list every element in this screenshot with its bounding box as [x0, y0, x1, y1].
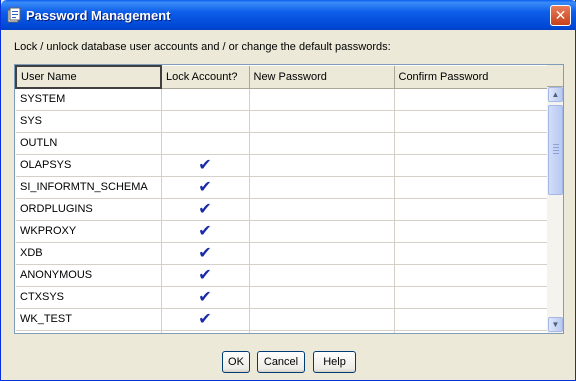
confirm-password-field[interactable]: [394, 330, 549, 333]
confirm-password-field[interactable]: [394, 154, 549, 177]
table-row[interactable]: SYSTEM: [16, 88, 549, 111]
table-row[interactable]: SI_INFORMTN_SCHEMA ✔: [16, 176, 549, 199]
user-name-cell[interactable]: CTXSYS: [16, 286, 162, 309]
ok-button[interactable]: OK: [222, 351, 250, 373]
new-password-field[interactable]: [249, 132, 395, 155]
confirm-password-field[interactable]: [394, 308, 549, 331]
new-password-field[interactable]: [249, 242, 395, 265]
confirm-password-field[interactable]: [394, 198, 549, 221]
table-row[interactable]: [16, 330, 549, 333]
vertical-scrollbar[interactable]: ▲ ▼: [547, 65, 563, 333]
confirm-password-field[interactable]: [394, 264, 549, 287]
new-password-field[interactable]: [249, 88, 395, 111]
scroll-up-icon[interactable]: ▲: [548, 87, 563, 102]
cancel-button[interactable]: Cancel: [257, 351, 305, 373]
new-password-field[interactable]: [249, 154, 395, 177]
column-header-new-password[interactable]: New Password: [249, 66, 395, 89]
table-row[interactable]: CTXSYS ✔: [16, 286, 549, 309]
user-name-cell[interactable]: OLAPSYS: [16, 154, 162, 177]
instruction-text: Lock / unlock database user accounts and…: [14, 41, 391, 53]
confirm-password-field[interactable]: [394, 88, 549, 111]
window-title: Password Management: [26, 8, 171, 23]
table-row[interactable]: WKPROXY ✔: [16, 220, 549, 243]
lock-account-checkbox[interactable]: ✔: [161, 198, 250, 221]
user-name-cell[interactable]: SYSTEM: [16, 88, 162, 111]
new-password-field[interactable]: [249, 308, 395, 331]
lock-account-checkbox[interactable]: ✔: [161, 154, 250, 177]
lock-account-checkbox[interactable]: ✔: [161, 286, 250, 309]
user-name-cell[interactable]: WK_TEST: [16, 308, 162, 331]
new-password-field[interactable]: [249, 264, 395, 287]
grip-line: [553, 144, 559, 145]
scrollbar-thumb[interactable]: [548, 105, 563, 195]
confirm-password-field[interactable]: [394, 176, 549, 199]
user-name-cell[interactable]: WKPROXY: [16, 220, 162, 243]
confirm-password-field[interactable]: [394, 220, 549, 243]
confirm-password-field[interactable]: [394, 110, 549, 133]
app-icon: [7, 7, 21, 23]
user-name-cell[interactable]: ANONYMOUS: [16, 264, 162, 287]
user-name-cell[interactable]: OUTLN: [16, 132, 162, 155]
table-row[interactable]: XDB ✔: [16, 242, 549, 265]
scrollbar-header-corner: [547, 65, 563, 87]
lock-account-checkbox[interactable]: ✔: [161, 176, 250, 199]
table-row[interactable]: WK_TEST ✔: [16, 308, 549, 331]
title-bar[interactable]: Password Management ✕: [1, 0, 576, 30]
grip-line: [553, 147, 559, 148]
column-header-user-name[interactable]: User Name: [15, 65, 162, 89]
user-name-cell[interactable]: SYS: [16, 110, 162, 133]
lock-account-checkbox[interactable]: ✔: [161, 308, 250, 331]
user-name-cell[interactable]: ORDPLUGINS: [16, 198, 162, 221]
lock-account-checkbox[interactable]: ✔: [161, 242, 250, 265]
accounts-table: User Name Lock Account? New Password Con…: [14, 64, 564, 334]
confirm-password-field[interactable]: [394, 242, 549, 265]
new-password-field[interactable]: [249, 220, 395, 243]
scroll-down-icon[interactable]: ▼: [548, 317, 563, 332]
table-header-row: User Name Lock Account? New Password Con…: [15, 65, 549, 89]
password-management-dialog: Password Management ✕ Lock / unlock data…: [0, 0, 576, 381]
new-password-field[interactable]: [249, 176, 395, 199]
table-row[interactable]: OUTLN: [16, 132, 549, 155]
lock-account-checkbox[interactable]: ✔: [161, 220, 250, 243]
grip-line: [553, 153, 559, 154]
new-password-field[interactable]: [249, 286, 395, 309]
close-icon[interactable]: ✕: [550, 5, 571, 26]
column-header-confirm-password[interactable]: Confirm Password: [394, 66, 549, 89]
user-name-cell[interactable]: [16, 330, 162, 333]
confirm-password-field[interactable]: [394, 286, 549, 309]
column-header-lock-account[interactable]: Lock Account?: [161, 66, 250, 89]
user-name-cell[interactable]: SI_INFORMTN_SCHEMA: [16, 176, 162, 199]
new-password-field[interactable]: [249, 330, 395, 333]
lock-account-checkbox[interactable]: [161, 88, 250, 111]
table-row[interactable]: ANONYMOUS ✔: [16, 264, 549, 287]
user-name-cell[interactable]: XDB: [16, 242, 162, 265]
table-row[interactable]: ORDPLUGINS ✔: [16, 198, 549, 221]
grip-line: [553, 150, 559, 151]
confirm-password-field[interactable]: [394, 132, 549, 155]
lock-account-checkbox[interactable]: [161, 110, 250, 133]
help-button[interactable]: Help: [313, 351, 356, 373]
table-row[interactable]: OLAPSYS ✔: [16, 154, 549, 177]
lock-account-checkbox[interactable]: [161, 330, 250, 333]
new-password-field[interactable]: [249, 110, 395, 133]
new-password-field[interactable]: [249, 198, 395, 221]
table-row[interactable]: SYS: [16, 110, 549, 133]
lock-account-checkbox[interactable]: [161, 132, 250, 155]
lock-account-checkbox[interactable]: ✔: [161, 264, 250, 287]
